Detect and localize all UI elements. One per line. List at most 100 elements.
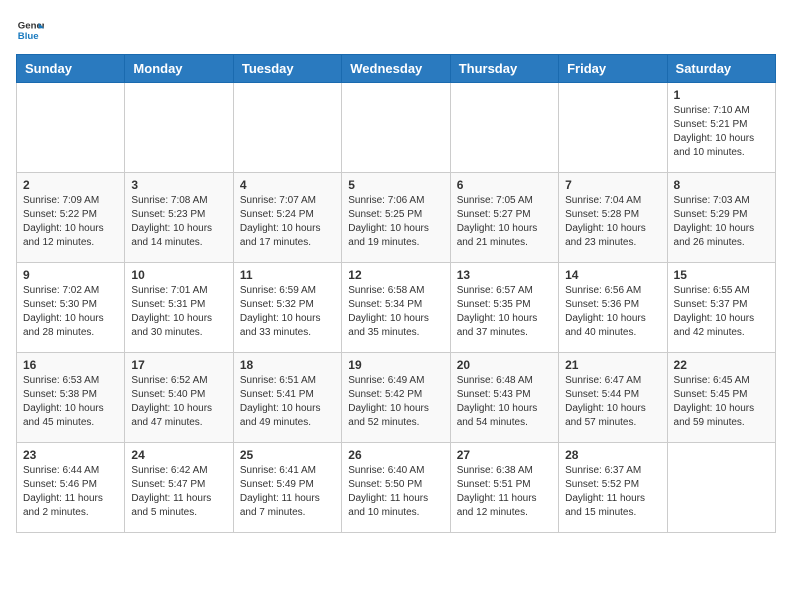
- weekday-header-tuesday: Tuesday: [233, 55, 341, 83]
- day-number: 17: [131, 358, 226, 372]
- week-row-4: 16 Sunrise: 6:53 AM Sunset: 5:38 PM Dayli…: [17, 353, 776, 443]
- day-info: Sunrise: 6:48 AM Sunset: 5:43 PM Dayligh…: [457, 374, 552, 430]
- calendar-cell: 14 Sunrise: 6:56 AM Sunset: 5:36 PM Dayli…: [559, 263, 667, 353]
- day-number: 13: [457, 268, 552, 282]
- day-number: 4: [240, 178, 335, 192]
- calendar-cell: 2Sunrise: 7:09 AM Sunset: 5:22 PM Daylig…: [17, 173, 125, 263]
- day-info: Sunrise: 6:42 AM Sunset: 5:47 PM Dayligh…: [131, 464, 226, 520]
- calendar-cell: 21 Sunrise: 6:47 AM Sunset: 5:44 PM Dayli…: [559, 353, 667, 443]
- calendar-cell: 9 Sunrise: 7:02 AM Sunset: 5:30 PM Daylig…: [17, 263, 125, 353]
- day-number: 15: [674, 268, 769, 282]
- day-number: 25: [240, 448, 335, 462]
- day-info: Sunrise: 7:07 AM Sunset: 5:24 PM Dayligh…: [240, 194, 335, 250]
- calendar-cell: [17, 83, 125, 173]
- weekday-header-friday: Friday: [559, 55, 667, 83]
- day-number: 10: [131, 268, 226, 282]
- day-info: Sunrise: 6:38 AM Sunset: 5:51 PM Dayligh…: [457, 464, 552, 520]
- calendar-cell: 28 Sunrise: 6:37 AM Sunset: 5:52 PM Dayli…: [559, 443, 667, 533]
- day-number: 27: [457, 448, 552, 462]
- day-info: Sunrise: 6:59 AM Sunset: 5:32 PM Dayligh…: [240, 284, 335, 340]
- day-info: Sunrise: 6:37 AM Sunset: 5:52 PM Dayligh…: [565, 464, 660, 520]
- day-number: 7: [565, 178, 660, 192]
- calendar-cell: 5 Sunrise: 7:06 AM Sunset: 5:25 PM Daylig…: [342, 173, 450, 263]
- day-info: Sunrise: 6:53 AM Sunset: 5:38 PM Dayligh…: [23, 374, 118, 430]
- calendar-cell: 4 Sunrise: 7:07 AM Sunset: 5:24 PM Daylig…: [233, 173, 341, 263]
- day-number: 16: [23, 358, 118, 372]
- calendar-cell: 12 Sunrise: 6:58 AM Sunset: 5:34 PM Dayli…: [342, 263, 450, 353]
- day-info: Sunrise: 6:49 AM Sunset: 5:42 PM Dayligh…: [348, 374, 443, 430]
- day-number: 2: [23, 178, 118, 192]
- day-info: Sunrise: 6:40 AM Sunset: 5:50 PM Dayligh…: [348, 464, 443, 520]
- day-number: 14: [565, 268, 660, 282]
- logo-icon: General Blue: [16, 16, 44, 44]
- svg-text:Blue: Blue: [18, 31, 39, 42]
- day-number: 26: [348, 448, 443, 462]
- calendar-cell: 22 Sunrise: 6:45 AM Sunset: 5:45 PM Dayli…: [667, 353, 775, 443]
- day-info: Sunrise: 6:56 AM Sunset: 5:36 PM Dayligh…: [565, 284, 660, 340]
- calendar-cell: 13Sunrise: 6:57 AM Sunset: 5:35 PM Dayli…: [450, 263, 558, 353]
- day-number: 22: [674, 358, 769, 372]
- day-info: Sunrise: 6:45 AM Sunset: 5:45 PM Dayligh…: [674, 374, 769, 430]
- weekday-header-sunday: Sunday: [17, 55, 125, 83]
- weekday-header-thursday: Thursday: [450, 55, 558, 83]
- calendar-cell: 18 Sunrise: 6:51 AM Sunset: 5:41 PM Dayli…: [233, 353, 341, 443]
- day-info: Sunrise: 7:03 AM Sunset: 5:29 PM Dayligh…: [674, 194, 769, 250]
- week-row-2: 2Sunrise: 7:09 AM Sunset: 5:22 PM Daylig…: [17, 173, 776, 263]
- day-info: Sunrise: 7:01 AM Sunset: 5:31 PM Dayligh…: [131, 284, 226, 340]
- page-header: General Blue: [16, 16, 776, 44]
- calendar-cell: 16 Sunrise: 6:53 AM Sunset: 5:38 PM Dayli…: [17, 353, 125, 443]
- day-info: Sunrise: 6:47 AM Sunset: 5:44 PM Dayligh…: [565, 374, 660, 430]
- day-info: Sunrise: 6:51 AM Sunset: 5:41 PM Dayligh…: [240, 374, 335, 430]
- weekday-header-saturday: Saturday: [667, 55, 775, 83]
- day-info: Sunrise: 6:55 AM Sunset: 5:37 PM Dayligh…: [674, 284, 769, 340]
- day-number: 9: [23, 268, 118, 282]
- day-number: 23: [23, 448, 118, 462]
- week-row-1: 1 Sunrise: 7:10 AM Sunset: 5:21 PM Daylig…: [17, 83, 776, 173]
- calendar-cell: 26 Sunrise: 6:40 AM Sunset: 5:50 PM Dayli…: [342, 443, 450, 533]
- day-info: Sunrise: 6:41 AM Sunset: 5:49 PM Dayligh…: [240, 464, 335, 520]
- calendar-cell: 3 Sunrise: 7:08 AM Sunset: 5:23 PM Daylig…: [125, 173, 233, 263]
- day-info: Sunrise: 6:52 AM Sunset: 5:40 PM Dayligh…: [131, 374, 226, 430]
- calendar-cell: [125, 83, 233, 173]
- day-number: 11: [240, 268, 335, 282]
- calendar-cell: 15 Sunrise: 6:55 AM Sunset: 5:37 PM Dayli…: [667, 263, 775, 353]
- calendar-cell: 17 Sunrise: 6:52 AM Sunset: 5:40 PM Dayli…: [125, 353, 233, 443]
- calendar-cell: [233, 83, 341, 173]
- calendar-cell: 19 Sunrise: 6:49 AM Sunset: 5:42 PM Dayli…: [342, 353, 450, 443]
- calendar-cell: 7 Sunrise: 7:04 AM Sunset: 5:28 PM Daylig…: [559, 173, 667, 263]
- weekday-header-wednesday: Wednesday: [342, 55, 450, 83]
- day-number: 3: [131, 178, 226, 192]
- day-info: Sunrise: 7:08 AM Sunset: 5:23 PM Dayligh…: [131, 194, 226, 250]
- calendar-cell: 23 Sunrise: 6:44 AM Sunset: 5:46 PM Dayli…: [17, 443, 125, 533]
- day-number: 12: [348, 268, 443, 282]
- day-number: 19: [348, 358, 443, 372]
- calendar-cell: 8 Sunrise: 7:03 AM Sunset: 5:29 PM Daylig…: [667, 173, 775, 263]
- day-info: Sunrise: 7:02 AM Sunset: 5:30 PM Dayligh…: [23, 284, 118, 340]
- day-number: 1: [674, 88, 769, 102]
- weekday-header-row: SundayMondayTuesdayWednesdayThursdayFrid…: [17, 55, 776, 83]
- weekday-header-monday: Monday: [125, 55, 233, 83]
- calendar-cell: [450, 83, 558, 173]
- logo: General Blue: [16, 16, 44, 44]
- calendar-cell: 27 Sunrise: 6:38 AM Sunset: 5:51 PM Dayli…: [450, 443, 558, 533]
- day-number: 21: [565, 358, 660, 372]
- calendar-cell: 6Sunrise: 7:05 AM Sunset: 5:27 PM Daylig…: [450, 173, 558, 263]
- day-number: 28: [565, 448, 660, 462]
- day-info: Sunrise: 7:05 AM Sunset: 5:27 PM Dayligh…: [457, 194, 552, 250]
- calendar-cell: 10 Sunrise: 7:01 AM Sunset: 5:31 PM Dayli…: [125, 263, 233, 353]
- day-number: 24: [131, 448, 226, 462]
- day-info: Sunrise: 6:58 AM Sunset: 5:34 PM Dayligh…: [348, 284, 443, 340]
- calendar-table: SundayMondayTuesdayWednesdayThursdayFrid…: [16, 54, 776, 533]
- day-info: Sunrise: 7:10 AM Sunset: 5:21 PM Dayligh…: [674, 104, 769, 160]
- day-number: 8: [674, 178, 769, 192]
- week-row-5: 23 Sunrise: 6:44 AM Sunset: 5:46 PM Dayli…: [17, 443, 776, 533]
- calendar-cell: 24 Sunrise: 6:42 AM Sunset: 5:47 PM Dayli…: [125, 443, 233, 533]
- day-info: Sunrise: 7:04 AM Sunset: 5:28 PM Dayligh…: [565, 194, 660, 250]
- day-number: 18: [240, 358, 335, 372]
- calendar-cell: 25 Sunrise: 6:41 AM Sunset: 5:49 PM Dayli…: [233, 443, 341, 533]
- calendar-cell: [667, 443, 775, 533]
- calendar-cell: [559, 83, 667, 173]
- day-info: Sunrise: 6:44 AM Sunset: 5:46 PM Dayligh…: [23, 464, 118, 520]
- day-info: Sunrise: 7:06 AM Sunset: 5:25 PM Dayligh…: [348, 194, 443, 250]
- day-number: 5: [348, 178, 443, 192]
